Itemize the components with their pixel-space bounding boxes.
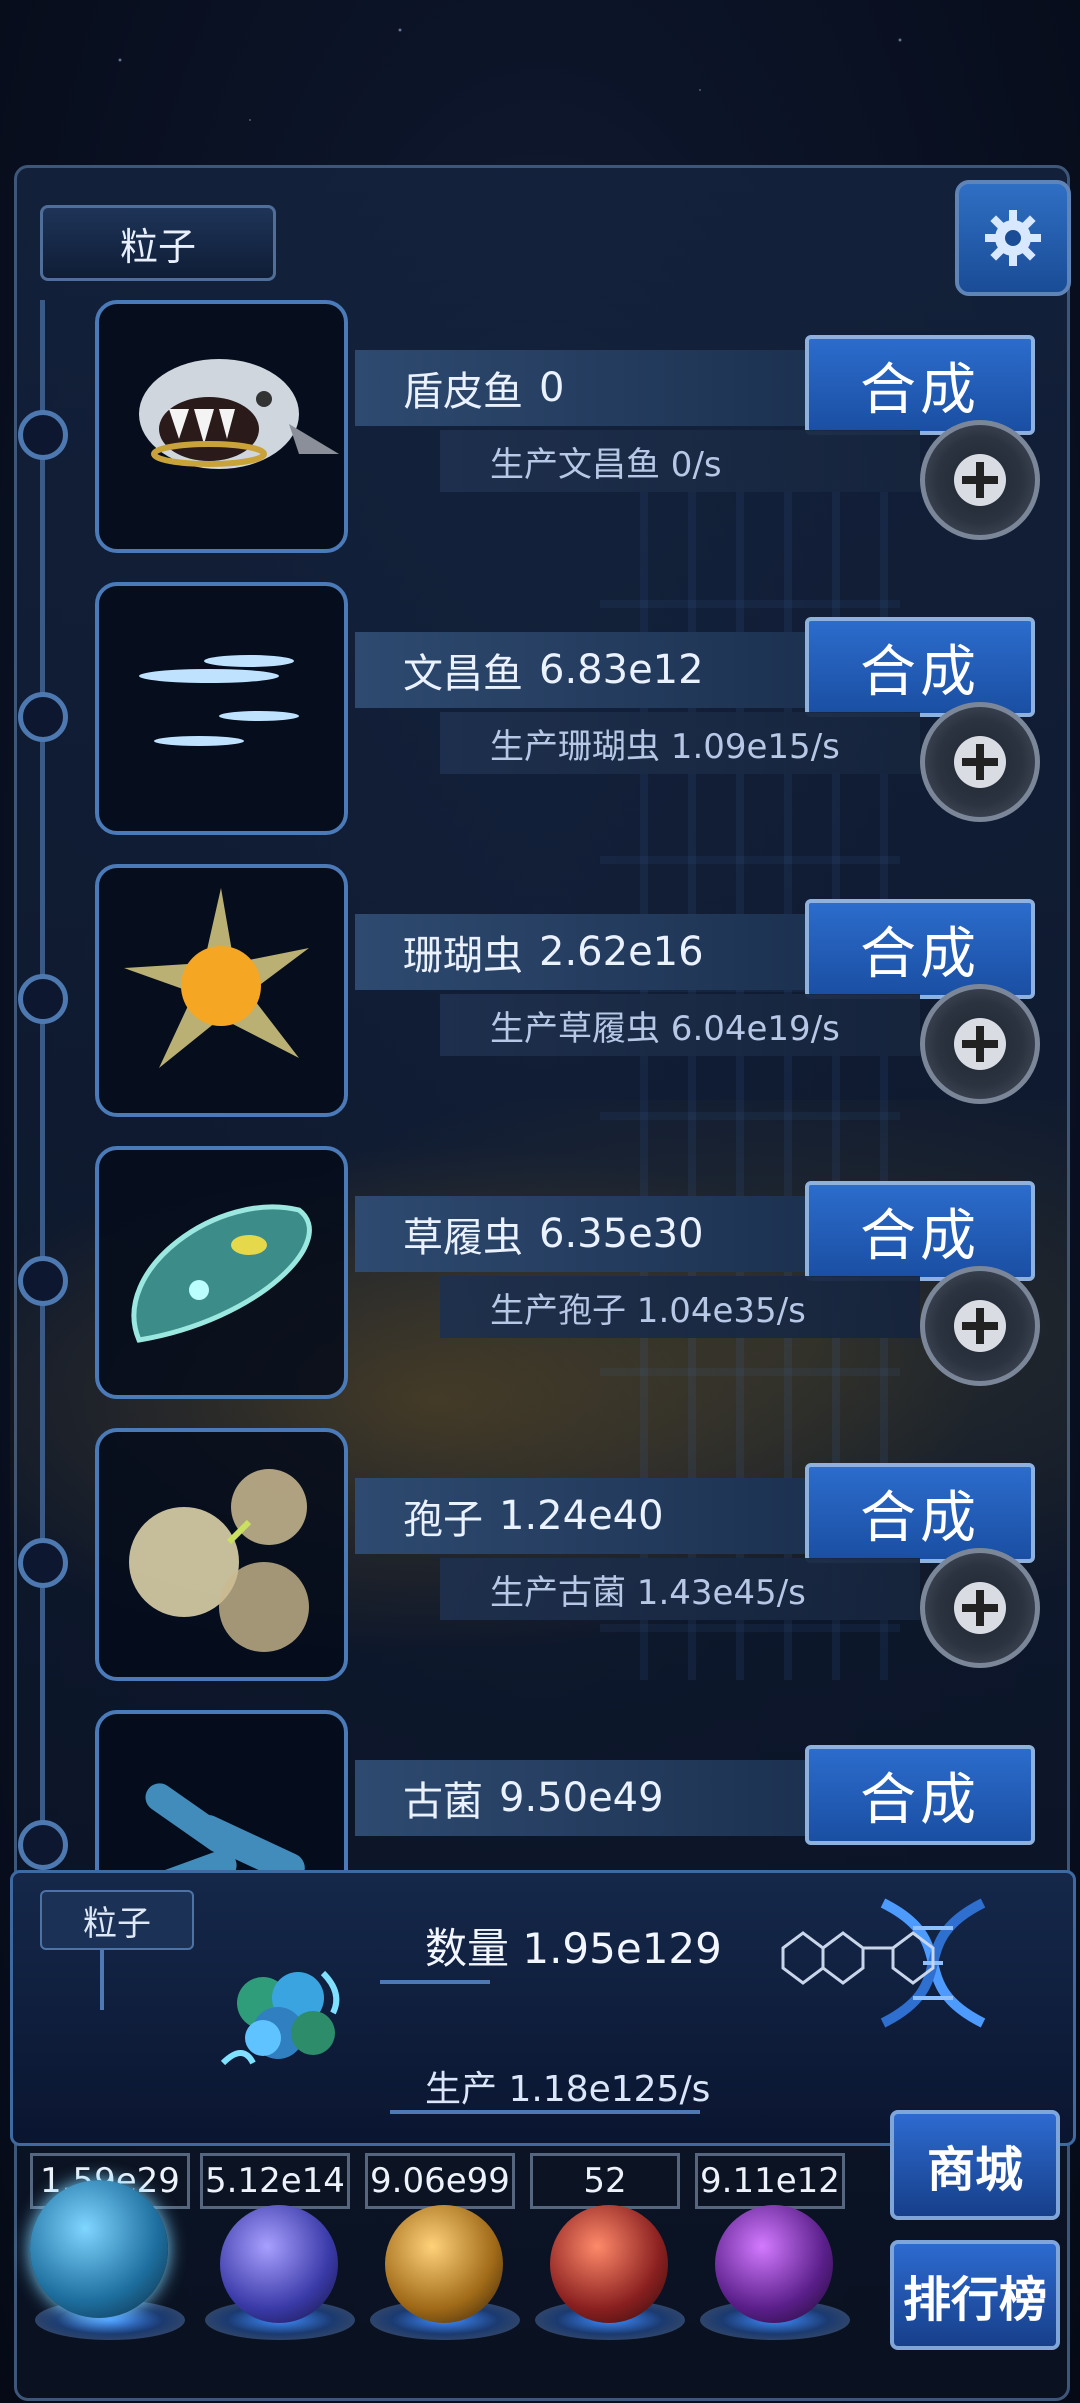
summary-tab-label: 粒子: [40, 1890, 194, 1950]
creature-name-count: 古菌 9.50e49: [355, 1760, 815, 1836]
creature-row: 文昌鱼 6.83e12 合成 生产珊瑚虫 1.09e15/s: [0, 582, 1080, 842]
creature-count: 2.62e16: [539, 929, 704, 975]
creature-name: 文昌鱼: [403, 651, 523, 697]
plus-icon: [954, 1300, 1006, 1352]
production-rate: 生产珊瑚虫 1.09e15/s: [440, 712, 920, 774]
settings-button[interactable]: [955, 180, 1071, 296]
creature-name: 珊瑚虫: [403, 933, 523, 979]
rail-node: [18, 1538, 68, 1588]
creature-count: 9.50e49: [499, 1775, 664, 1821]
resource-value: 52: [530, 2153, 680, 2209]
creature-count: 0: [539, 365, 565, 411]
creature-name: 孢子: [403, 1497, 483, 1543]
creature-count: 6.83e12: [539, 647, 704, 693]
creature-row: 珊瑚虫 2.62e16 合成 生产草履虫 6.04e19/s: [0, 864, 1080, 1124]
connector-line: [380, 1980, 490, 1984]
synthesize-button[interactable]: 合成: [805, 617, 1035, 717]
production-rate: 生产孢子 1.04e35/s: [440, 1276, 920, 1338]
shop-button[interactable]: 商城: [890, 2110, 1060, 2220]
galaxy-orb-icon[interactable]: [385, 2205, 503, 2323]
creature-name-count: 孢子 1.24e40: [355, 1478, 815, 1554]
upgrade-button[interactable]: [920, 1548, 1040, 1668]
creature-name: 草履虫: [403, 1215, 523, 1261]
production-rate: 生产草履虫 6.04e19/s: [440, 994, 920, 1056]
synthesize-button[interactable]: 合成: [805, 1745, 1035, 1845]
spore-icon: [95, 1428, 348, 1681]
creature-name: 古菌: [403, 1779, 483, 1825]
production-rate: 生产古菌 1.43e45/s: [440, 1558, 920, 1620]
creature-count: 6.35e30: [539, 1211, 704, 1257]
upgrade-button[interactable]: [920, 702, 1040, 822]
creature-name-count: 珊瑚虫 2.62e16: [355, 914, 815, 990]
gear-icon: [985, 210, 1041, 266]
synthesize-button[interactable]: 合成: [805, 335, 1035, 435]
summary-count: 数量 1.95e129: [425, 1924, 722, 1973]
brain-orb-icon[interactable]: [550, 2205, 668, 2323]
armored-fish-icon: [95, 300, 348, 553]
current-tab-label: 粒子: [40, 205, 276, 281]
coral-polyp-icon: [95, 864, 348, 1117]
particle-cluster-icon: [220, 1970, 340, 2066]
resource-value: 9.11e12: [695, 2153, 845, 2209]
rail-node: [18, 1820, 68, 1870]
rail-node: [18, 692, 68, 742]
creature-row: 盾皮鱼 0 合成 生产文昌鱼 0/s: [0, 300, 1080, 560]
upgrade-button[interactable]: [920, 984, 1040, 1104]
summary-rate: 生产 1.18e125/s: [425, 2069, 711, 2110]
creature-name: 盾皮鱼: [403, 369, 523, 415]
lancelet-icon: [95, 582, 348, 835]
connector-line: [390, 2110, 700, 2114]
creature-name-count: 草履虫 6.35e30: [355, 1196, 815, 1272]
plus-icon: [954, 1582, 1006, 1634]
lightning-orb-icon[interactable]: [220, 2205, 338, 2323]
creature-row: 草履虫 6.35e30 合成 生产孢子 1.04e35/s: [0, 1146, 1080, 1406]
creature-name-count: 文昌鱼 6.83e12: [355, 632, 815, 708]
ranking-button[interactable]: 排行榜: [890, 2240, 1060, 2350]
rail-node: [18, 974, 68, 1024]
paramecium-icon: [95, 1146, 348, 1399]
creature-name-count: 盾皮鱼 0: [355, 350, 815, 426]
particle-orb-icon[interactable]: [30, 2180, 168, 2318]
rail-node: [18, 410, 68, 460]
creature-row: 孢子 1.24e40 合成 生产古菌 1.43e45/s: [0, 1428, 1080, 1688]
plus-icon: [954, 1018, 1006, 1070]
plus-icon: [954, 736, 1006, 788]
upgrade-button[interactable]: [920, 1266, 1040, 1386]
creature-count: 1.24e40: [499, 1493, 664, 1539]
synthesize-button[interactable]: 合成: [805, 899, 1035, 999]
molecule-icon: [781, 1931, 935, 1985]
upgrade-button[interactable]: [920, 420, 1040, 540]
synthesize-button[interactable]: 合成: [805, 1181, 1035, 1281]
rail-node: [18, 1256, 68, 1306]
production-rate: 生产文昌鱼 0/s: [440, 430, 920, 492]
plus-icon: [954, 454, 1006, 506]
connector-line: [100, 1950, 104, 2010]
vortex-orb-icon[interactable]: [715, 2205, 833, 2323]
resource-value: 9.06e99: [365, 2153, 515, 2209]
synthesize-button[interactable]: 合成: [805, 1463, 1035, 1563]
resource-value: 5.12e14: [200, 2153, 350, 2209]
